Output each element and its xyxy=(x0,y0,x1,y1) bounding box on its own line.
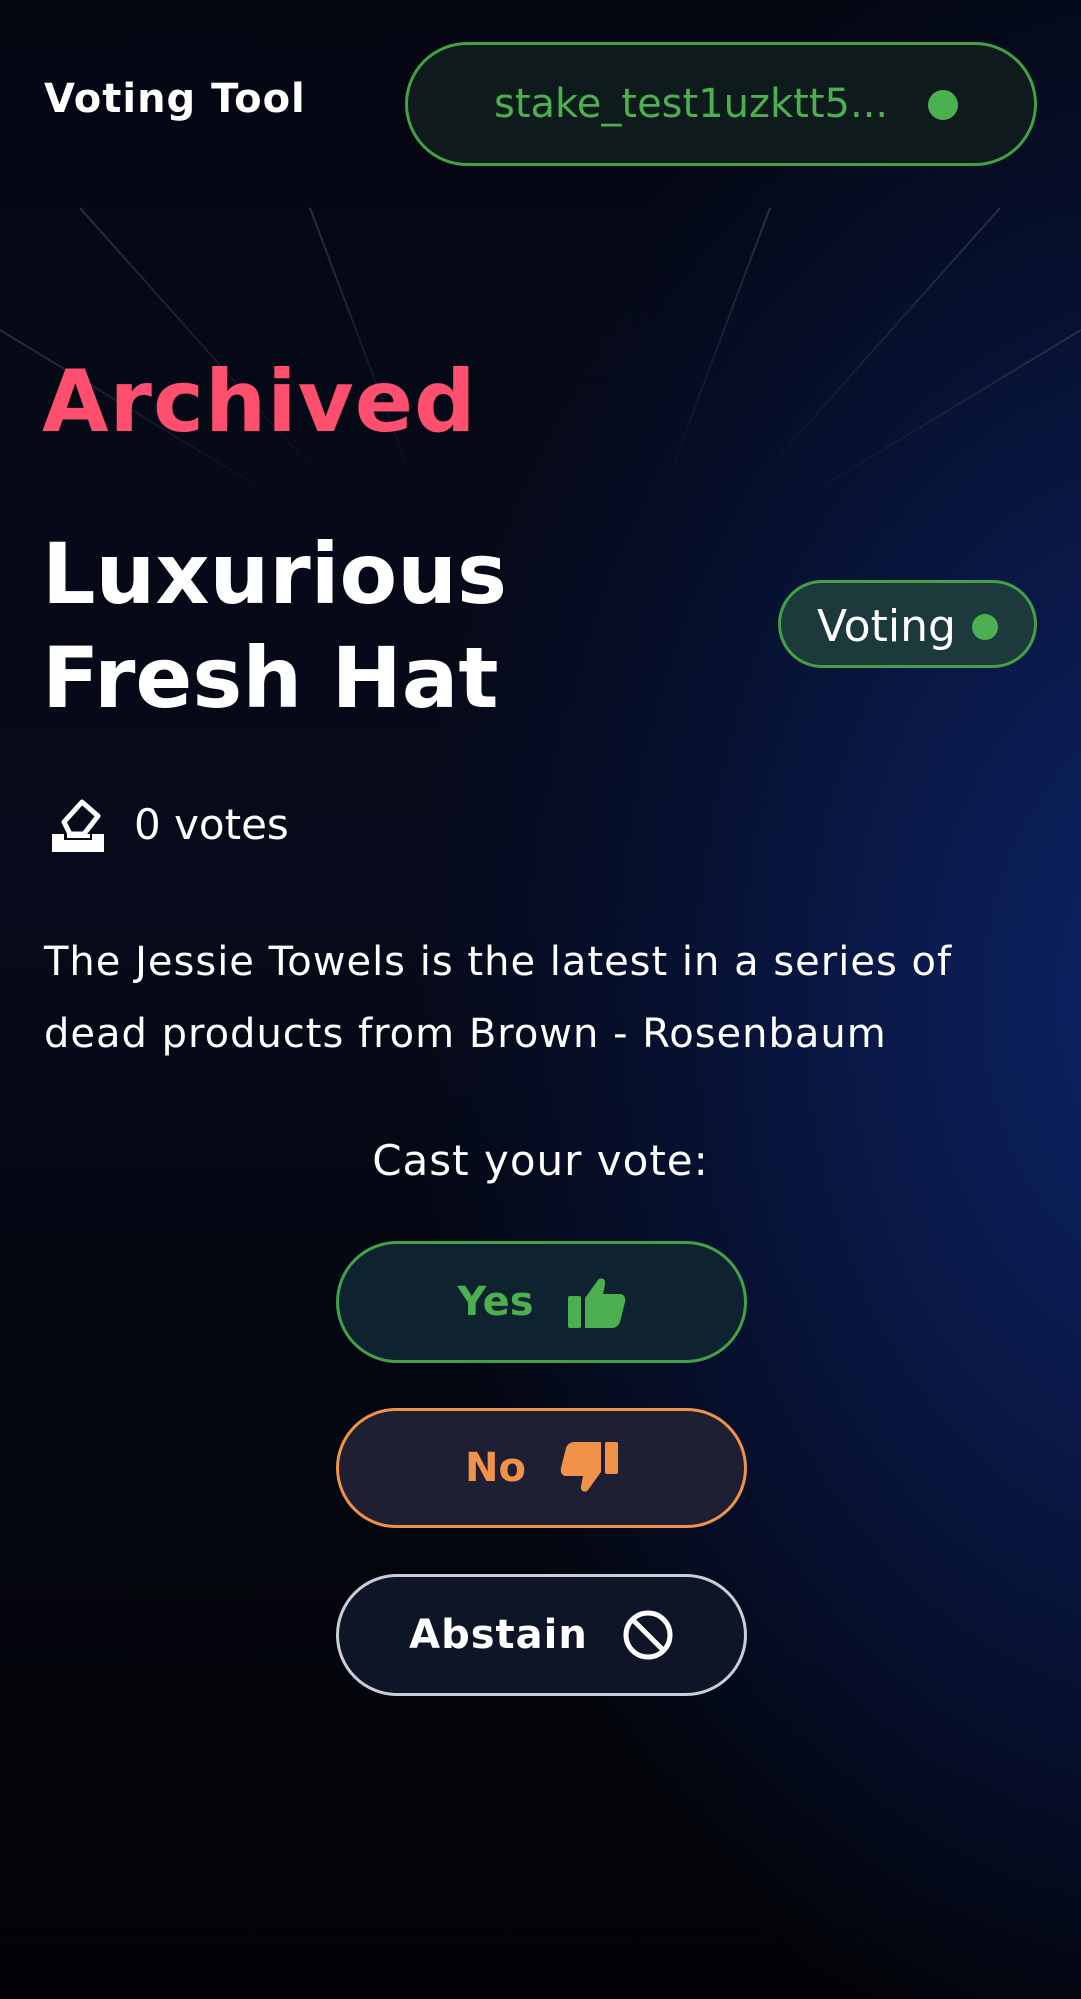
vote-abstain-button[interactable]: Abstain xyxy=(336,1574,747,1696)
vote-no-label: No xyxy=(465,1445,526,1491)
cast-vote-prompt: Cast your vote: xyxy=(372,1136,709,1185)
wallet-connect-button[interactable]: stake_test1uzktt5... xyxy=(405,42,1037,166)
wallet-connected-indicator xyxy=(928,90,958,120)
proposal-status-heading: Archived xyxy=(42,352,477,452)
ban-icon xyxy=(623,1610,673,1660)
wallet-address: stake_test1uzktt5... xyxy=(494,81,889,127)
ballot-box-icon xyxy=(52,799,104,852)
vote-yes-label: Yes xyxy=(457,1279,534,1325)
vote-abstain-label: Abstain xyxy=(409,1612,588,1658)
vote-no-button[interactable]: No xyxy=(336,1408,747,1528)
background-grid xyxy=(0,207,1081,500)
thumbs-up-icon xyxy=(567,1278,625,1328)
proposal-state-label: Voting xyxy=(817,601,956,652)
vote-yes-button[interactable]: Yes xyxy=(336,1241,747,1363)
proposal-state-badge: Voting xyxy=(778,580,1037,668)
proposal-title: Luxurious Fresh Hat xyxy=(42,525,508,727)
app-brand[interactable]: Voting Tool xyxy=(44,76,306,122)
thumbs-down-icon xyxy=(560,1442,618,1492)
proposal-description: The Jessie Towels is the latest in a ser… xyxy=(44,939,953,1057)
vote-count-label: 0 votes xyxy=(134,800,289,849)
app-header: Voting Tool stake_test1uzktt5... xyxy=(0,0,1081,200)
proposal-state-indicator xyxy=(972,614,998,640)
